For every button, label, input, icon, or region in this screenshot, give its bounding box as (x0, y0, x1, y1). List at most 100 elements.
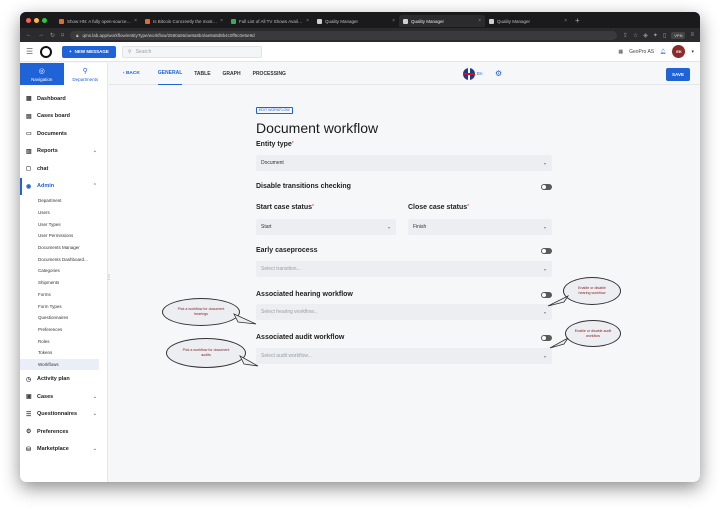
chevron-down-icon: ▾ (387, 224, 390, 230)
gear-icon[interactable]: ⚙ (495, 69, 502, 78)
sidebar-subitem-users[interactable]: Users (20, 207, 107, 219)
chevron-down-icon[interactable]: ▾ (691, 49, 694, 55)
sidebar-subitem-shipments[interactable]: Shipments (20, 277, 107, 289)
browser-tab-title: Show HN: A fully open-source clou... (67, 18, 131, 24)
sidebar-subitem-documents-manager[interactable]: Documents Manager (20, 242, 107, 254)
chevron-icon[interactable]: ⌄ (93, 446, 97, 452)
tab-table[interactable]: TABLE (194, 63, 210, 85)
bookmark-icon[interactable]: ⌑ (61, 32, 64, 39)
bell-icon[interactable]: 🔔︎ (660, 49, 666, 55)
sidebar-tab-navigation[interactable]: ◎ Navigation (20, 63, 64, 85)
sidebar-subitem-form-types[interactable]: Form Types (20, 300, 107, 312)
avatar[interactable]: EK (672, 45, 686, 58)
content-tabs: GENERAL TABLE GRAPH PROCESSING (157, 63, 298, 85)
language-label[interactable]: En (477, 71, 483, 76)
shield-icon[interactable]: ◈ (643, 32, 648, 39)
close-window-icon[interactable] (26, 17, 31, 23)
sidebar-subitem-user-types[interactable]: User Types (20, 218, 107, 230)
extension-icon[interactable]: ✦ (653, 32, 658, 39)
back-button[interactable]: ‹ BACK (123, 71, 140, 76)
hamburger-icon[interactable]: ☰ (26, 47, 36, 56)
browser-tab[interactable]: Show HN: A fully open-source clou...× (55, 15, 141, 27)
organization-icon: ▦ (618, 48, 624, 55)
app: ☰ + NEW MESSAGE ⚲ Search ▦ GeoPro AS 🔔︎ … (20, 42, 700, 482)
early-caseprocess-toggle[interactable] (541, 247, 552, 254)
browser-tab[interactable]: Quality Manager × (485, 15, 571, 27)
browser-tab[interactable]: Quality Manager × (399, 15, 485, 27)
hearing-workflow-select[interactable]: Select hearing workflow... ▾ (256, 304, 552, 320)
search-input[interactable]: ⚲ Search (121, 45, 262, 58)
close-status-value: Finish (413, 224, 427, 230)
new-tab-button[interactable]: + (575, 16, 580, 25)
sidebar-item-cases-board[interactable]: ▤ Cases board (20, 108, 107, 126)
favicon-icon (403, 18, 408, 24)
entity-type-select[interactable]: Document ▾ (256, 155, 552, 171)
sidebar-subitem-questionnaires[interactable]: Questionnaires (20, 312, 107, 324)
early-caseprocess-placeholder: Select transition... (261, 266, 301, 272)
share-icon[interactable]: ⇪ (623, 32, 628, 39)
sidebar-subitem-forms[interactable]: Forms (20, 289, 107, 301)
sidebar-subitem-preferences[interactable]: Preferences (20, 324, 107, 336)
early-caseprocess-label: Early caseprocess (256, 247, 318, 254)
url-text: qms.lab.app/workflow/entityType/workflow… (82, 32, 255, 38)
maximize-window-icon[interactable] (42, 17, 47, 23)
tab-graph[interactable]: GRAPH (223, 63, 241, 85)
star-icon[interactable]: ☆ (633, 32, 638, 39)
close-status-select[interactable]: Finish ▾ (408, 219, 552, 235)
cases-icon: ▣ (26, 394, 32, 401)
sidebar-subitem-workflows[interactable]: Workflows (20, 358, 99, 371)
sidebar-subitem-user-permissions[interactable]: User Permissions (20, 230, 107, 242)
sidebar-item-reports[interactable]: ▥ Reports ⌄ (20, 143, 107, 161)
reload-icon[interactable]: ↻ (50, 32, 55, 39)
sidebar-item-preferences[interactable]: ⚙ Preferences (20, 423, 107, 441)
sidebar-subitem-tokens[interactable]: Tokens (20, 347, 107, 359)
menu-icon[interactable]: ≡ (690, 32, 694, 38)
close-tab-icon[interactable]: × (478, 18, 481, 24)
sidebar-toggle-icon[interactable]: ▯ (663, 32, 666, 39)
start-status-select[interactable]: Start ▾ (256, 219, 396, 235)
close-tab-icon[interactable]: × (220, 18, 223, 24)
sidebar-item-chat[interactable]: ◻ chat (20, 160, 107, 178)
early-caseprocess-select[interactable]: Select transition... ▾ (256, 261, 552, 277)
sidebar-subitem-department[interactable]: Department (20, 195, 107, 207)
tab-general[interactable]: GENERAL (157, 63, 183, 85)
tab-processing[interactable]: PROCESSING (253, 63, 286, 85)
close-tab-icon[interactable]: × (306, 18, 309, 24)
sidebar-subitem-roles[interactable]: Roles (20, 335, 107, 347)
browser-tab[interactable]: Quality Manager × (313, 15, 399, 27)
close-tab-icon[interactable]: × (564, 18, 567, 24)
callout-hearing-select-text: Pick a workflow for document hearings (177, 307, 225, 316)
sidebar-subitem-categories[interactable]: Categories (20, 265, 107, 277)
sidebar-item-documents[interactable]: ▭ Documents (20, 125, 107, 143)
save-button[interactable]: SAVE (666, 68, 690, 81)
minimize-window-icon[interactable] (34, 17, 39, 23)
sidebar-item-admin[interactable]: ◉ Admin ⌃ (20, 177, 107, 195)
address-bar[interactable]: 🔒︎ qms.lab.app/workflow/entityType/workf… (70, 30, 617, 40)
browser-tab-title: Is Bitcoin Concreetly the most imm... (153, 18, 217, 24)
app-logo[interactable] (40, 45, 52, 58)
chevron-icon[interactable]: ⌄ (93, 411, 97, 417)
sidebar-item-cases[interactable]: ▣ Cases ⌄ (20, 388, 107, 406)
close-tab-icon[interactable]: × (134, 18, 137, 24)
sidebar-resize-handle[interactable]: ⋮ (106, 274, 112, 284)
vpn-badge[interactable]: VPN (671, 31, 686, 39)
chevron-icon[interactable]: ⌄ (93, 148, 97, 154)
browser-tab[interactable]: Full List of All TV Shows Available... × (227, 15, 313, 27)
sidebar-tab-departments[interactable]: ⚲ Departments (64, 63, 108, 85)
uk-flag-icon[interactable] (463, 68, 475, 80)
sidebar-item-dashboard[interactable]: ▦ Dashboard (20, 90, 107, 108)
sidebar-item-questionnaires[interactable]: ☰ Questionnaires ⌄ (20, 405, 107, 423)
chevron-icon[interactable]: ⌄ (93, 394, 97, 400)
browser-tab[interactable]: Is Bitcoin Concreetly the most imm...× (141, 15, 227, 27)
disable-transitions-toggle[interactable] (541, 183, 552, 190)
chevron-icon[interactable]: ⌃ (93, 183, 97, 189)
organization-name[interactable]: GeoPro AS (629, 49, 654, 55)
new-message-button[interactable]: + NEW MESSAGE (62, 45, 116, 58)
audit-workflow-select[interactable]: Select audit workflow... ▾ (256, 348, 552, 364)
sidebar-subitem-documents-dashboard-[interactable]: Documents Dashboard... (20, 253, 107, 265)
sidebar-item-activity-plan[interactable]: ◷ Activity plan (20, 370, 107, 388)
back-arrow-icon[interactable]: ← (26, 32, 32, 38)
close-tab-icon[interactable]: × (392, 18, 395, 24)
sidebar-item-marketplace[interactable]: ⛁ Marketplace ⌄ (20, 440, 107, 458)
forward-arrow-icon[interactable]: → (38, 32, 44, 38)
